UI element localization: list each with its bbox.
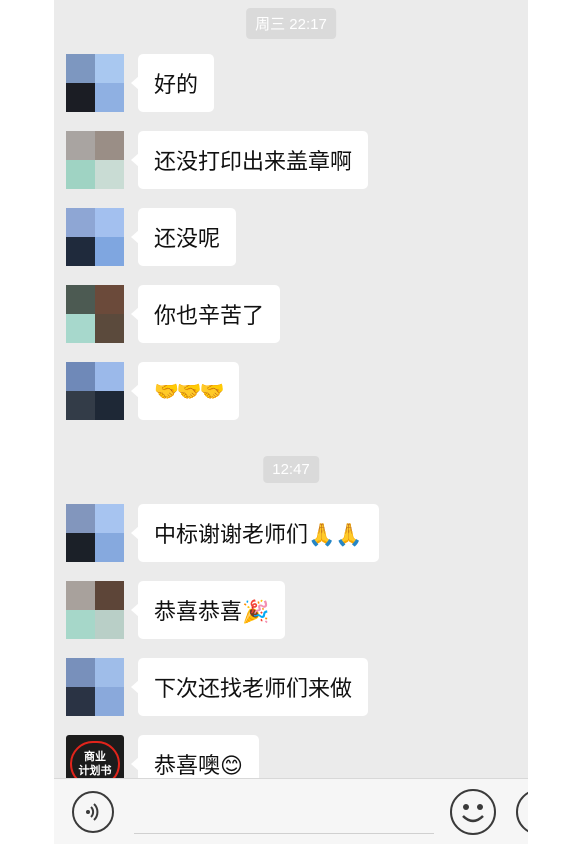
message-bubble[interactable]: 🤝🤝🤝 — [131, 362, 239, 420]
timestamp: 周三 22:17 — [246, 8, 336, 39]
message-bubble[interactable]: 还没打印出来盖章啊 — [130, 131, 369, 189]
plus-icon[interactable] — [516, 789, 528, 835]
message-input[interactable] — [134, 833, 434, 834]
avatar[interactable] — [66, 504, 124, 562]
message-bubble[interactable]: 中标谢谢老师们🙏🙏 — [131, 504, 379, 562]
avatar[interactable] — [66, 54, 124, 112]
avatar[interactable] — [66, 208, 124, 266]
avatar[interactable] — [66, 581, 124, 639]
smile-face-icon — [462, 804, 484, 823]
avatar[interactable] — [66, 131, 124, 189]
message-bubble[interactable]: 好的 — [130, 54, 215, 112]
avatar-badge-text: 计划书 — [78, 764, 112, 777]
voice-icon[interactable] — [72, 791, 114, 833]
chat-screen: 周三 22:17 好的 还没打印出来盖章啊 还没呢 你也辛苦了 🤝🤝🤝 12:4… — [54, 0, 528, 844]
emoji-smile-icon[interactable] — [450, 789, 496, 835]
message-bubble[interactable]: 下次还找老师们来做 — [130, 658, 369, 716]
message-bubble[interactable]: 恭喜恭喜🎉 — [130, 581, 286, 639]
avatar[interactable] — [66, 285, 124, 343]
message-bubble[interactable]: 还没呢 — [130, 208, 237, 266]
voice-waves-icon — [86, 803, 99, 821]
avatar[interactable] — [66, 658, 124, 716]
timestamp: 12:47 — [263, 456, 319, 483]
avatar-badge-text: 商业 — [84, 750, 106, 763]
avatar[interactable] — [66, 362, 124, 420]
input-toolbar — [54, 778, 528, 844]
message-bubble[interactable]: 你也辛苦了 — [130, 285, 281, 343]
